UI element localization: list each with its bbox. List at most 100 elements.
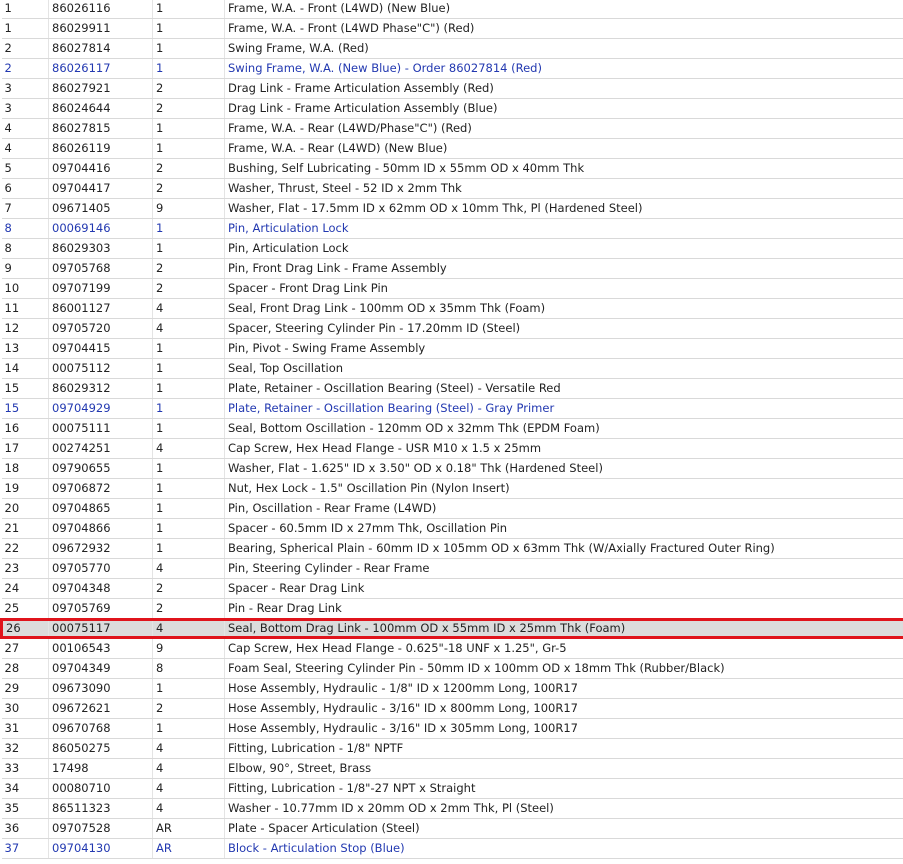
table-row[interactable]: 11 86001127 4 Seal, Front Drag Link - 100mm… (1, 298, 903, 319)
table-row[interactable]: 31 09670768 1 Hose Assembly, Hydraulic - 3/… (1, 718, 903, 739)
description-cell: Foam Seal, Steering Cylinder Pin - 50mm … (224, 658, 903, 679)
quantity-cell: 1 (152, 358, 225, 379)
quantity-cell: 2 (152, 698, 225, 719)
part-number-cell: 09671405 (48, 198, 153, 219)
table-row[interactable]: 29 09673090 1 Hose Assembly, Hydraulic - 1/… (1, 678, 903, 699)
description-cell[interactable]: Pin, Articulation Lock (224, 218, 903, 239)
table-row[interactable]: 1 86029911 1 Frame, W.A. - Front (L4WD Phas… (1, 18, 903, 39)
part-number-cell: 86027921 (48, 78, 153, 99)
ref-cell: 10 (1, 278, 49, 299)
table-row[interactable]: 2 86027814 1 Swing Frame, W.A. (Red) (1, 38, 903, 59)
description-cell: Seal, Bottom Oscillation - 120mm OD x 32… (224, 418, 903, 439)
table-row[interactable]: 4 86026119 1 Frame, W.A. - Rear (L4WD) (New… (1, 138, 903, 159)
quantity-cell: 1 (152, 518, 225, 539)
table-row[interactable]: 22 09672932 1 Bearing, Spherical Plain - 60… (1, 538, 903, 559)
table-row[interactable]: 24 09704348 2 Spacer - Rear Drag Link (1, 578, 903, 599)
table-row[interactable]: 28 09704349 8 Foam Seal, Steering Cylinder … (1, 658, 903, 679)
description-cell: Pin, Articulation Lock (224, 238, 903, 259)
table-row[interactable]: 8 00069146 1 Pin, Articulation Lock (1, 218, 903, 239)
description-cell: Pin, Oscillation - Rear Frame (L4WD) (224, 498, 903, 519)
table-row[interactable]: 14 00075112 1 Seal, Top Oscillation (1, 358, 903, 379)
ref-cell[interactable]: 2 (1, 58, 49, 79)
description-cell: Cap Screw, Hex Head Flange - 0.625"-18 U… (224, 637, 903, 659)
table-row[interactable]: 35 86511323 4 Washer - 10.77mm ID x 20mm OD… (1, 798, 903, 819)
part-number-cell: 00075112 (48, 358, 153, 379)
table-row[interactable]: 15 86029312 1 Plate, Retainer - Oscillation… (1, 378, 903, 399)
part-number-cell: 86511323 (48, 798, 153, 819)
part-number-cell: 09673090 (48, 678, 153, 699)
table-row[interactable]: 19 09706872 1 Nut, Hex Lock - 1.5" Oscillat… (1, 478, 903, 499)
quantity-cell: 1 (152, 718, 225, 739)
table-row[interactable]: 8 86029303 1 Pin, Articulation Lock (1, 238, 903, 259)
part-number-cell: 09707199 (48, 278, 153, 299)
table-row[interactable]: 10 09707199 2 Spacer - Front Drag Link Pin (1, 278, 903, 299)
ref-cell: 14 (1, 358, 49, 379)
description-cell: Pin, Front Drag Link - Frame Assembly (224, 258, 903, 279)
description-cell: Spacer - Front Drag Link Pin (224, 278, 903, 299)
description-cell[interactable]: Swing Frame, W.A. (New Blue) - Order 860… (224, 58, 903, 79)
part-number-cell: 86001127 (48, 298, 153, 319)
description-cell: Plate - Spacer Articulation (Steel) (224, 818, 903, 839)
table-row[interactable]: 5 09704416 2 Bushing, Self Lubricating - 50… (1, 158, 903, 179)
table-row[interactable]: 3 86027921 2 Drag Link - Frame Articulation… (1, 78, 903, 99)
table-row[interactable]: 7 09671405 9 Washer, Flat - 17.5mm ID x 62m… (1, 198, 903, 219)
table-row[interactable]: 2 86026117 1 Swing Frame, W.A. (New Blue) -… (1, 58, 903, 79)
part-number-cell: 09706872 (48, 478, 153, 499)
description-cell: Spacer - Rear Drag Link (224, 578, 903, 599)
table-row[interactable]: 16 00075111 1 Seal, Bottom Oscillation - 12… (1, 418, 903, 439)
table-row[interactable]: 33 17498 4 Elbow, 90°, Street, Brass (1, 758, 903, 779)
ref-cell: 6 (1, 178, 49, 199)
ref-cell: 20 (1, 498, 49, 519)
description-cell: Fitting, Lubrication - 1/8" NPTF (224, 738, 903, 759)
description-cell: Washer, Flat - 17.5mm ID x 62mm OD x 10m… (224, 198, 903, 219)
part-number-cell[interactable]: 09704929 (48, 398, 153, 419)
description-cell: Spacer - 60.5mm ID x 27mm Thk, Oscillati… (224, 518, 903, 539)
table-row[interactable]: 20 09704865 1 Pin, Oscillation - Rear Frame… (1, 498, 903, 519)
quantity-cell: 4 (152, 778, 225, 799)
table-row[interactable]: 9 09705768 2 Pin, Front Drag Link - Frame A… (1, 258, 903, 279)
table-row[interactable]: 6 09704417 2 Washer, Thrust, Steel - 52 ID … (1, 178, 903, 199)
table-row[interactable]: 15 09704929 1 Plate, Retainer - Oscillation… (1, 398, 903, 419)
part-number-cell: 09704866 (48, 518, 153, 539)
table-row[interactable]: 23 09705770 4 Pin, Steering Cylinder - Rear… (1, 558, 903, 579)
table-row[interactable]: 13 09704415 1 Pin, Pivot - Swing Frame Asse… (1, 338, 903, 359)
description-cell[interactable]: Plate, Retainer - Oscillation Bearing (S… (224, 398, 903, 419)
table-row[interactable]: 17 00274251 4 Cap Screw, Hex Head Flange - … (1, 438, 903, 459)
table-row-selected[interactable]: 26 00075117 4 Seal, Bottom Drag Link - 100m… (0, 618, 903, 639)
table-row[interactable]: 25 09705769 2 Pin - Rear Drag Link (1, 598, 903, 620)
description-cell: Frame, W.A. - Rear (L4WD) (New Blue) (224, 138, 903, 159)
ref-cell[interactable]: 8 (1, 218, 49, 239)
part-number-cell[interactable]: 09704130 (48, 838, 153, 859)
description-cell: Bearing, Spherical Plain - 60mm ID x 105… (224, 538, 903, 559)
table-row[interactable]: 32 86050275 4 Fitting, Lubrication - 1/8" N… (1, 738, 903, 759)
table-row[interactable]: 3 86024644 2 Drag Link - Frame Articulation… (1, 98, 903, 119)
part-number-cell: 86029303 (48, 238, 153, 259)
quantity-cell: 1 (152, 478, 225, 499)
table-row[interactable]: 21 09704866 1 Spacer - 60.5mm ID x 27mm Thk… (1, 518, 903, 539)
quantity-cell[interactable]: AR (152, 838, 225, 859)
description-cell: Pin - Rear Drag Link (224, 598, 903, 620)
table-row[interactable]: 34 00080710 4 Fitting, Lubrication - 1/8"-2… (1, 778, 903, 799)
quantity-cell[interactable]: 1 (152, 218, 225, 239)
quantity-cell[interactable]: 1 (152, 58, 225, 79)
ref-cell[interactable]: 15 (1, 398, 49, 419)
table-row[interactable]: 37 09704130 AR Block - Articulation Stop (B… (1, 838, 903, 859)
table-row[interactable]: 1 86026116 1 Frame, W.A. - Front (L4WD) (Ne… (1, 0, 903, 19)
parts-table: 1 86026116 1 Frame, W.A. - Front (L4WD) (Ne… (0, 0, 903, 859)
table-row[interactable]: 30 09672621 2 Hose Assembly, Hydraulic - 3/… (1, 698, 903, 719)
quantity-cell[interactable]: 1 (152, 398, 225, 419)
part-number-cell[interactable]: 86026117 (48, 58, 153, 79)
ref-cell[interactable]: 37 (1, 838, 49, 859)
table-row[interactable]: 36 09707528 AR Plate - Spacer Articulation … (1, 818, 903, 839)
description-cell[interactable]: Block - Articulation Stop (Blue) (224, 838, 903, 859)
table-row[interactable]: 12 09705720 4 Spacer, Steering Cylinder Pin… (1, 318, 903, 339)
ref-cell: 3 (1, 98, 49, 119)
table-row[interactable]: 18 09790655 1 Washer, Flat - 1.625" ID x 3.… (1, 458, 903, 479)
table-row[interactable]: 4 86027815 1 Frame, W.A. - Rear (L4WD/Phase… (1, 118, 903, 139)
ref-cell: 35 (1, 798, 49, 819)
table-row[interactable]: 27 00106543 9 Cap Screw, Hex Head Flange - … (1, 637, 903, 659)
part-number-cell: 86026119 (48, 138, 153, 159)
ref-cell: 32 (1, 738, 49, 759)
quantity-cell: 4 (152, 438, 225, 459)
part-number-cell[interactable]: 00069146 (48, 218, 153, 239)
